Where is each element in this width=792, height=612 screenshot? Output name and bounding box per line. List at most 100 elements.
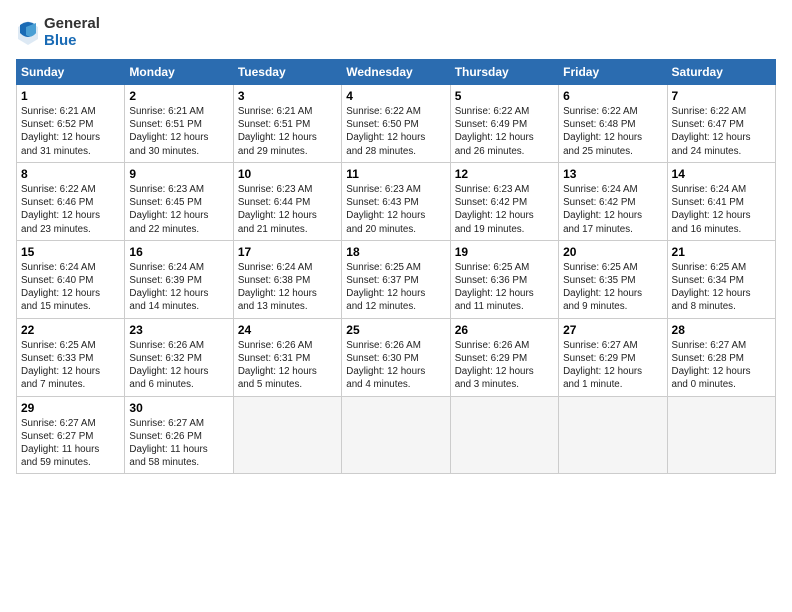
- day-cell: 14 Sunrise: 6:24 AM Sunset: 6:41 PM Dayli…: [667, 162, 775, 240]
- day-number: 2: [129, 89, 228, 103]
- calendar-table: Sunday Monday Tuesday Wednesday Thursday…: [16, 59, 776, 474]
- week-row-5: 29Sunrise: 6:27 AM Sunset: 6:27 PM Dayli…: [17, 396, 776, 474]
- day-number: 10: [238, 167, 337, 181]
- day-info: Sunrise: 6:24 AM Sunset: 6:39 PM Dayligh…: [129, 261, 228, 314]
- day-number: 3: [238, 89, 337, 103]
- day-cell: 18Sunrise: 6:25 AM Sunset: 6:37 PM Dayli…: [342, 240, 450, 318]
- col-tuesday: Tuesday: [233, 60, 341, 85]
- day-info: Sunrise: 6:23 AM Sunset: 6:44 PM Dayligh…: [238, 183, 337, 236]
- day-cell: 17 Sunrise: 6:24 AM Sunset: 6:38 PM Dayli…: [233, 240, 341, 318]
- day-info: Sunrise: 6:25 AM Sunset: 6:35 PM Dayligh…: [563, 261, 662, 314]
- day-number: 21: [672, 245, 771, 259]
- day-info: Sunrise: 6:21 AM Sunset: 6:51 PM Dayligh…: [129, 105, 228, 158]
- day-number: 13: [563, 167, 662, 181]
- day-cell: 27 Sunrise: 6:27 AM Sunset: 6:29 PM Dayli…: [559, 318, 667, 396]
- week-row-1: 1Sunrise: 6:21 AM Sunset: 6:52 PM Daylig…: [17, 85, 776, 163]
- week-row-4: 22 Sunrise: 6:25 AM Sunset: 6:33 PM Dayli…: [17, 318, 776, 396]
- logo-text-block: General Blue: [44, 16, 100, 49]
- col-monday: Monday: [125, 60, 233, 85]
- day-cell: 28 Sunrise: 6:27 AM Sunset: 6:28 PM Dayli…: [667, 318, 775, 396]
- week-row-3: 15 Sunrise: 6:24 AM Sunset: 6:40 PM Dayli…: [17, 240, 776, 318]
- day-info: Sunrise: 6:26 AM Sunset: 6:29 PM Dayligh…: [455, 339, 554, 392]
- day-cell: 10 Sunrise: 6:23 AM Sunset: 6:44 PM Dayli…: [233, 162, 341, 240]
- page-container: General Blue Sunday Monday Tuesday Wedne…: [0, 0, 792, 482]
- day-cell: 3Sunrise: 6:21 AM Sunset: 6:51 PM Daylig…: [233, 85, 341, 163]
- day-cell: 6Sunrise: 6:22 AM Sunset: 6:48 PM Daylig…: [559, 85, 667, 163]
- day-cell: 7 Sunrise: 6:22 AM Sunset: 6:47 PM Daylig…: [667, 85, 775, 163]
- day-number: 16: [129, 245, 228, 259]
- day-info: Sunrise: 6:24 AM Sunset: 6:41 PM Dayligh…: [672, 183, 771, 236]
- day-cell: 11 Sunrise: 6:23 AM Sunset: 6:43 PM Dayli…: [342, 162, 450, 240]
- day-cell: 30 Sunrise: 6:27 AM Sunset: 6:26 PM Dayli…: [125, 396, 233, 474]
- header: General Blue: [16, 16, 776, 49]
- day-info: Sunrise: 6:23 AM Sunset: 6:45 PM Dayligh…: [129, 183, 228, 236]
- day-cell: 15 Sunrise: 6:24 AM Sunset: 6:40 PM Dayli…: [17, 240, 125, 318]
- header-row: Sunday Monday Tuesday Wednesday Thursday…: [17, 60, 776, 85]
- day-number: 26: [455, 323, 554, 337]
- day-number: 5: [455, 89, 554, 103]
- day-number: 7: [672, 89, 771, 103]
- day-info: Sunrise: 6:27 AM Sunset: 6:29 PM Dayligh…: [563, 339, 662, 392]
- day-number: 8: [21, 167, 120, 181]
- day-cell: 25 Sunrise: 6:26 AM Sunset: 6:30 PM Dayli…: [342, 318, 450, 396]
- day-cell: [450, 396, 558, 474]
- day-number: 12: [455, 167, 554, 181]
- day-info: Sunrise: 6:24 AM Sunset: 6:40 PM Dayligh…: [21, 261, 120, 314]
- day-info: Sunrise: 6:27 AM Sunset: 6:26 PM Dayligh…: [129, 417, 228, 470]
- day-cell: [233, 396, 341, 474]
- day-number: 19: [455, 245, 554, 259]
- day-number: 24: [238, 323, 337, 337]
- col-thursday: Thursday: [450, 60, 558, 85]
- day-info: Sunrise: 6:22 AM Sunset: 6:49 PM Dayligh…: [455, 105, 554, 158]
- day-cell: 21 Sunrise: 6:25 AM Sunset: 6:34 PM Dayli…: [667, 240, 775, 318]
- logo: General Blue: [16, 16, 100, 49]
- day-number: 27: [563, 323, 662, 337]
- day-info: Sunrise: 6:26 AM Sunset: 6:30 PM Dayligh…: [346, 339, 445, 392]
- day-info: Sunrise: 6:23 AM Sunset: 6:43 PM Dayligh…: [346, 183, 445, 236]
- day-number: 25: [346, 323, 445, 337]
- day-info: Sunrise: 6:22 AM Sunset: 6:47 PM Dayligh…: [672, 105, 771, 158]
- day-number: 11: [346, 167, 445, 181]
- day-cell: 23Sunrise: 6:26 AM Sunset: 6:32 PM Dayli…: [125, 318, 233, 396]
- day-cell: 26 Sunrise: 6:26 AM Sunset: 6:29 PM Dayli…: [450, 318, 558, 396]
- day-cell: [667, 396, 775, 474]
- day-cell: 16 Sunrise: 6:24 AM Sunset: 6:39 PM Dayli…: [125, 240, 233, 318]
- day-number: 14: [672, 167, 771, 181]
- logo-general: General: [44, 15, 100, 32]
- day-info: Sunrise: 6:24 AM Sunset: 6:42 PM Dayligh…: [563, 183, 662, 236]
- day-number: 17: [238, 245, 337, 259]
- day-cell: 9 Sunrise: 6:23 AM Sunset: 6:45 PM Daylig…: [125, 162, 233, 240]
- day-number: 23: [129, 323, 228, 337]
- day-number: 22: [21, 323, 120, 337]
- day-cell: 24Sunrise: 6:26 AM Sunset: 6:31 PM Dayli…: [233, 318, 341, 396]
- col-sunday: Sunday: [17, 60, 125, 85]
- day-number: 4: [346, 89, 445, 103]
- day-cell: 19 Sunrise: 6:25 AM Sunset: 6:36 PM Dayli…: [450, 240, 558, 318]
- day-info: Sunrise: 6:23 AM Sunset: 6:42 PM Dayligh…: [455, 183, 554, 236]
- day-info: Sunrise: 6:22 AM Sunset: 6:50 PM Dayligh…: [346, 105, 445, 158]
- day-cell: 2 Sunrise: 6:21 AM Sunset: 6:51 PM Daylig…: [125, 85, 233, 163]
- day-cell: [559, 396, 667, 474]
- day-cell: 4 Sunrise: 6:22 AM Sunset: 6:50 PM Daylig…: [342, 85, 450, 163]
- day-info: Sunrise: 6:25 AM Sunset: 6:34 PM Dayligh…: [672, 261, 771, 314]
- day-number: 9: [129, 167, 228, 181]
- day-info: Sunrise: 6:21 AM Sunset: 6:52 PM Dayligh…: [21, 105, 120, 158]
- day-info: Sunrise: 6:25 AM Sunset: 6:37 PM Dayligh…: [346, 261, 445, 314]
- day-cell: 22 Sunrise: 6:25 AM Sunset: 6:33 PM Dayli…: [17, 318, 125, 396]
- day-number: 15: [21, 245, 120, 259]
- day-number: 28: [672, 323, 771, 337]
- day-cell: 1Sunrise: 6:21 AM Sunset: 6:52 PM Daylig…: [17, 85, 125, 163]
- day-number: 20: [563, 245, 662, 259]
- day-number: 30: [129, 401, 228, 415]
- day-info: Sunrise: 6:27 AM Sunset: 6:27 PM Dayligh…: [21, 417, 120, 470]
- week-row-2: 8 Sunrise: 6:22 AM Sunset: 6:46 PM Daylig…: [17, 162, 776, 240]
- day-info: Sunrise: 6:25 AM Sunset: 6:36 PM Dayligh…: [455, 261, 554, 314]
- day-info: Sunrise: 6:22 AM Sunset: 6:48 PM Dayligh…: [563, 105, 662, 158]
- day-cell: 29Sunrise: 6:27 AM Sunset: 6:27 PM Dayli…: [17, 396, 125, 474]
- day-info: Sunrise: 6:25 AM Sunset: 6:33 PM Dayligh…: [21, 339, 120, 392]
- day-cell: 13 Sunrise: 6:24 AM Sunset: 6:42 PM Dayli…: [559, 162, 667, 240]
- day-info: Sunrise: 6:22 AM Sunset: 6:46 PM Dayligh…: [21, 183, 120, 236]
- day-info: Sunrise: 6:24 AM Sunset: 6:38 PM Dayligh…: [238, 261, 337, 314]
- logo-icon: [16, 19, 40, 47]
- day-info: Sunrise: 6:27 AM Sunset: 6:28 PM Dayligh…: [672, 339, 771, 392]
